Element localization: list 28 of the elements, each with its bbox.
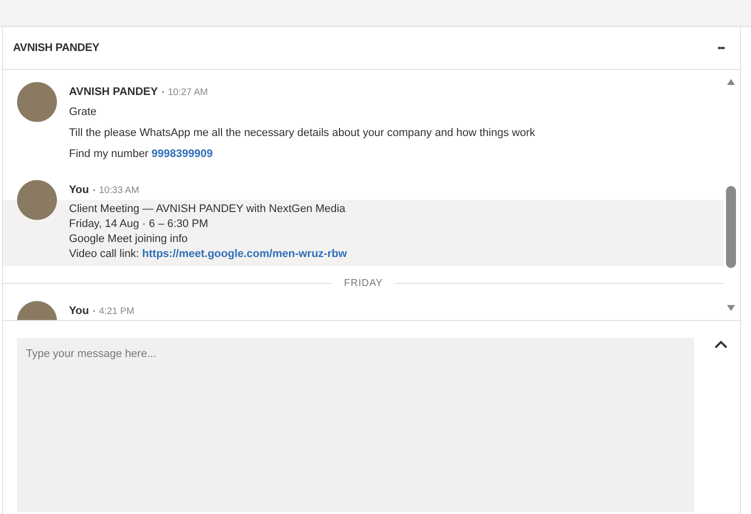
avatar-placeholder <box>17 180 57 220</box>
sender-name: You <box>69 184 89 196</box>
separator-dot-icon <box>162 91 164 93</box>
sender-name: AVNISH PANDEY <box>69 86 158 98</box>
message-text: Friday, 14 Aug · 6 – 6:30 PM <box>69 217 210 231</box>
avatar-placeholder <box>17 82 57 122</box>
chevron-up-icon[interactable] <box>714 340 728 349</box>
message-text: Grate <box>69 105 98 119</box>
date-divider-label: FRIDAY <box>344 278 383 289</box>
link[interactable]: https://meet.google.com/men-wruz-rbw <box>142 248 347 260</box>
separator-dot-icon <box>92 310 95 312</box>
link[interactable]: 9998399909 <box>152 148 213 160</box>
contact-name: AVNISH PANDEY <box>13 42 100 54</box>
message-text: Till the please WhatsApp me all the necessary details about your company and how things work <box>69 126 536 140</box>
scroll-down-icon[interactable] <box>726 304 736 312</box>
more-options-button[interactable]: ••• <box>714 41 728 55</box>
message-time: 4:21 PM <box>98 306 134 316</box>
message-text: Find my number 9998399909 <box>69 147 214 161</box>
sender-name: You <box>69 305 89 317</box>
separator-dot-icon <box>92 189 95 191</box>
message-text: Client Meeting — AVNISH PANDEY with NextGen Media <box>69 202 346 216</box>
message-text: Google Meet joining info <box>69 232 189 246</box>
message-input-field[interactable]: Type your message here... <box>17 338 694 512</box>
scroll-up-icon[interactable] <box>726 78 736 86</box>
scrollbar-thumb[interactable] <box>726 186 736 268</box>
message-time: 10:27 AM <box>168 86 208 98</box>
message-time: 10:33 AM <box>98 184 140 196</box>
message-text: Video call link: https://meet.google.com/men-wruz-rbw <box>69 247 348 261</box>
